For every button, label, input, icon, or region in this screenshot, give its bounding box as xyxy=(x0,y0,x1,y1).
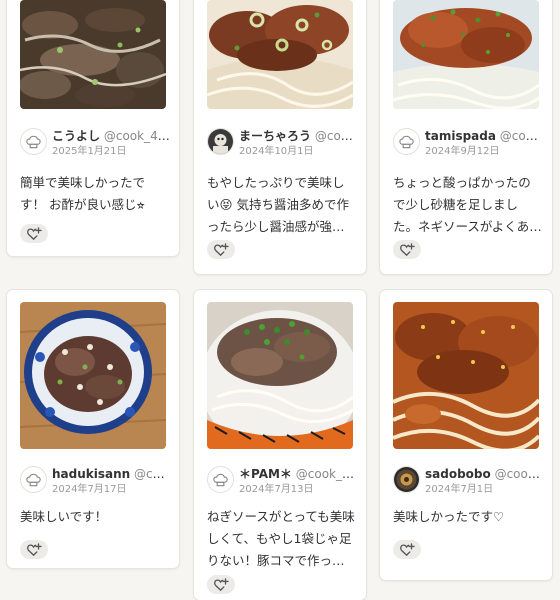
like-button[interactable] xyxy=(20,224,48,243)
comment-text: 簡単で美味しかったです！ お酢が良い感じ⭐︎ xyxy=(20,175,146,212)
like-button[interactable] xyxy=(207,240,235,259)
comment-text: 美味しかったです♡ xyxy=(393,509,505,524)
user-handle: @cook… xyxy=(134,467,171,481)
post-date: 2025年1月21日 xyxy=(52,146,127,157)
comment-text: ねぎソースがとっても美味しくて、もやし1袋じゃ足りない！豚コマで作ったので、次は… xyxy=(207,509,355,568)
tsukurepo-card[interactable]: こうよし @cook_4021… 2025年1月21日 簡単で美味しかったです！… xyxy=(7,0,179,256)
dish-photo[interactable] xyxy=(393,302,539,449)
avatar[interactable] xyxy=(393,128,420,155)
like-button[interactable] xyxy=(20,540,48,559)
tsukurepo-card[interactable]: tamispada @cook_… 2024年9月12日 ちょっと酸っぱかったの… xyxy=(380,0,552,274)
chef-hat-icon xyxy=(399,135,414,149)
heart-plus-icon xyxy=(26,226,42,240)
dish-photo[interactable] xyxy=(20,302,166,449)
user-handle: @cook_4021… xyxy=(103,129,171,143)
tsukurepo-card[interactable]: sadobobo @cook_4… 2024年7月1日 美味しかったです♡ xyxy=(380,290,552,580)
user-name[interactable]: sadobobo @cook_4… xyxy=(425,466,544,482)
tsukurepo-card[interactable]: まーちゃろう @cook_71… 2024年10月1日 もやしたっぷりで美味しい… xyxy=(194,0,366,274)
chef-hat-icon xyxy=(26,473,41,487)
user-handle: @cook_4… xyxy=(494,467,544,481)
post-date: 2024年7月17日 xyxy=(52,484,127,495)
like-button[interactable] xyxy=(393,240,421,259)
user-name[interactable]: ＊PAM＊ @cook_40… xyxy=(239,466,358,482)
post-date: 2024年7月1日 xyxy=(425,484,494,495)
like-button[interactable] xyxy=(207,575,235,594)
user-name[interactable]: こうよし @cook_4021… xyxy=(52,128,171,144)
dish-photo[interactable] xyxy=(207,302,353,449)
user-nickname[interactable]: ＊PAM＊ xyxy=(239,467,292,481)
user-name[interactable]: tamispada @cook_… xyxy=(425,128,544,144)
dish-photo[interactable] xyxy=(393,0,539,109)
comment-text: ちょっと酸っぱかったので少し砂糖を足しました。ネギソースがよくあって、さっぱりし… xyxy=(393,175,542,234)
user-photo-icon xyxy=(208,129,233,154)
heart-plus-icon xyxy=(399,242,415,256)
user-nickname[interactable]: まーちゃろう xyxy=(239,129,311,143)
chef-hat-icon xyxy=(26,135,41,149)
user-handle: @cook_40… xyxy=(295,467,358,481)
user-name[interactable]: hadukisann @cook… xyxy=(52,466,171,482)
avatar[interactable] xyxy=(207,128,234,155)
user-photo-icon xyxy=(394,467,419,492)
tsukurepo-card[interactable]: hadukisann @cook… 2024年7月17日 美味しいです！ xyxy=(7,290,179,568)
avatar[interactable] xyxy=(207,466,234,493)
like-button[interactable] xyxy=(393,540,421,559)
heart-plus-icon xyxy=(213,577,229,591)
user-nickname[interactable]: sadobobo xyxy=(425,467,491,481)
dish-photo[interactable] xyxy=(207,0,353,109)
user-handle: @cook_… xyxy=(499,129,544,143)
user-nickname[interactable]: tamispada xyxy=(425,129,496,143)
user-handle: @cook_71… xyxy=(314,129,358,143)
post-date: 2024年7月13日 xyxy=(239,484,314,495)
dish-photo[interactable] xyxy=(20,0,166,109)
user-name[interactable]: まーちゃろう @cook_71… xyxy=(239,128,358,144)
avatar[interactable] xyxy=(20,128,47,155)
comment-text: 美味しいです！ xyxy=(20,509,108,524)
user-nickname[interactable]: hadukisann xyxy=(52,467,130,481)
user-nickname[interactable]: こうよし xyxy=(52,129,100,143)
heart-plus-icon xyxy=(26,542,42,556)
avatar[interactable] xyxy=(20,466,47,493)
heart-plus-icon xyxy=(399,542,415,556)
post-date: 2024年9月12日 xyxy=(425,146,500,157)
heart-plus-icon xyxy=(213,242,229,256)
tsukurepo-card[interactable]: ＊PAM＊ @cook_40… 2024年7月13日 ねぎソースがとっても美味し… xyxy=(194,290,366,600)
post-date: 2024年10月1日 xyxy=(239,146,314,157)
avatar[interactable] xyxy=(393,466,420,493)
comment-text: もやしたっぷりで美味しい😝 気持ち醤油多めで作ったら少し醤油感が強くなってしまっ… xyxy=(207,175,350,234)
chef-hat-icon xyxy=(213,473,228,487)
